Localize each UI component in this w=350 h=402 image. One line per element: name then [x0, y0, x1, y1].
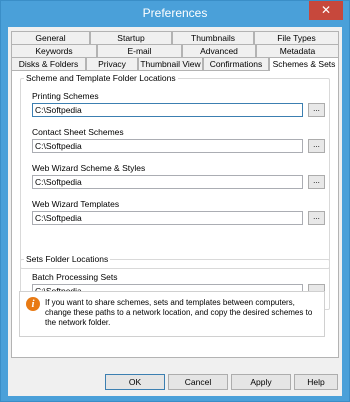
- tab-startup[interactable]: Startup: [90, 31, 172, 44]
- cancel-button[interactable]: Cancel: [168, 374, 228, 390]
- tab-metadata[interactable]: Metadata: [256, 44, 339, 57]
- tab-file-types[interactable]: File Types: [254, 31, 339, 44]
- tab-disks-folders[interactable]: Disks & Folders: [11, 57, 86, 70]
- printing-schemes-label: Printing Schemes: [32, 91, 99, 101]
- ok-button[interactable]: OK: [105, 374, 165, 390]
- close-button[interactable]: ✕: [309, 1, 343, 20]
- help-button[interactable]: Help: [294, 374, 338, 390]
- printing-schemes-browse-button[interactable]: ...: [308, 103, 325, 117]
- tab-general[interactable]: General: [11, 31, 90, 44]
- sets-group-title: Sets Folder Locations: [26, 254, 109, 264]
- window-title: Preferences: [142, 6, 208, 20]
- web-wizard-scheme-browse-button[interactable]: ...: [308, 175, 325, 189]
- tab-advanced[interactable]: Advanced: [182, 44, 256, 57]
- info-note-text: If you want to share schemes, sets and t…: [45, 298, 313, 327]
- title-bar: Preferences ✕: [1, 1, 349, 27]
- tab-schemes-sets[interactable]: Schemes & Sets: [269, 57, 339, 71]
- web-wizard-scheme-field[interactable]: C:\Softpedia: [32, 175, 303, 189]
- apply-button[interactable]: Apply: [231, 374, 291, 390]
- web-wizard-templates-browse-button[interactable]: ...: [308, 211, 325, 225]
- web-wizard-templates-label: Web Wizard Templates: [32, 199, 120, 209]
- batch-processing-label: Batch Processing Sets: [32, 272, 118, 282]
- tab-privacy[interactable]: Privacy: [86, 57, 138, 70]
- tab-confirmations[interactable]: Confirmations: [203, 57, 269, 70]
- dialog-client: General Startup Thumbnails File Types Ke…: [8, 27, 342, 396]
- tab-email[interactable]: E-mail: [97, 44, 182, 57]
- web-wizard-templates-field[interactable]: C:\Softpedia: [32, 211, 303, 225]
- scheme-group-title: Scheme and Template Folder Locations: [26, 73, 176, 83]
- tab-thumbnail-view[interactable]: Thumbnail View: [138, 57, 203, 70]
- tab-keywords[interactable]: Keywords: [11, 44, 97, 57]
- contact-sheet-browse-button[interactable]: ...: [308, 139, 325, 153]
- tab-thumbnails[interactable]: Thumbnails: [172, 31, 254, 44]
- info-icon: i: [26, 297, 40, 311]
- preferences-window: Preferences ✕ General Startup Thumbnails…: [0, 0, 350, 402]
- contact-sheet-label: Contact Sheet Schemes: [32, 127, 124, 137]
- web-wizard-scheme-label: Web Wizard Scheme & Styles: [32, 163, 146, 173]
- info-note: i If you want to share schemes, sets and…: [19, 291, 325, 337]
- contact-sheet-field[interactable]: C:\Softpedia: [32, 139, 303, 153]
- printing-schemes-field[interactable]: C:\Softpedia: [32, 103, 303, 117]
